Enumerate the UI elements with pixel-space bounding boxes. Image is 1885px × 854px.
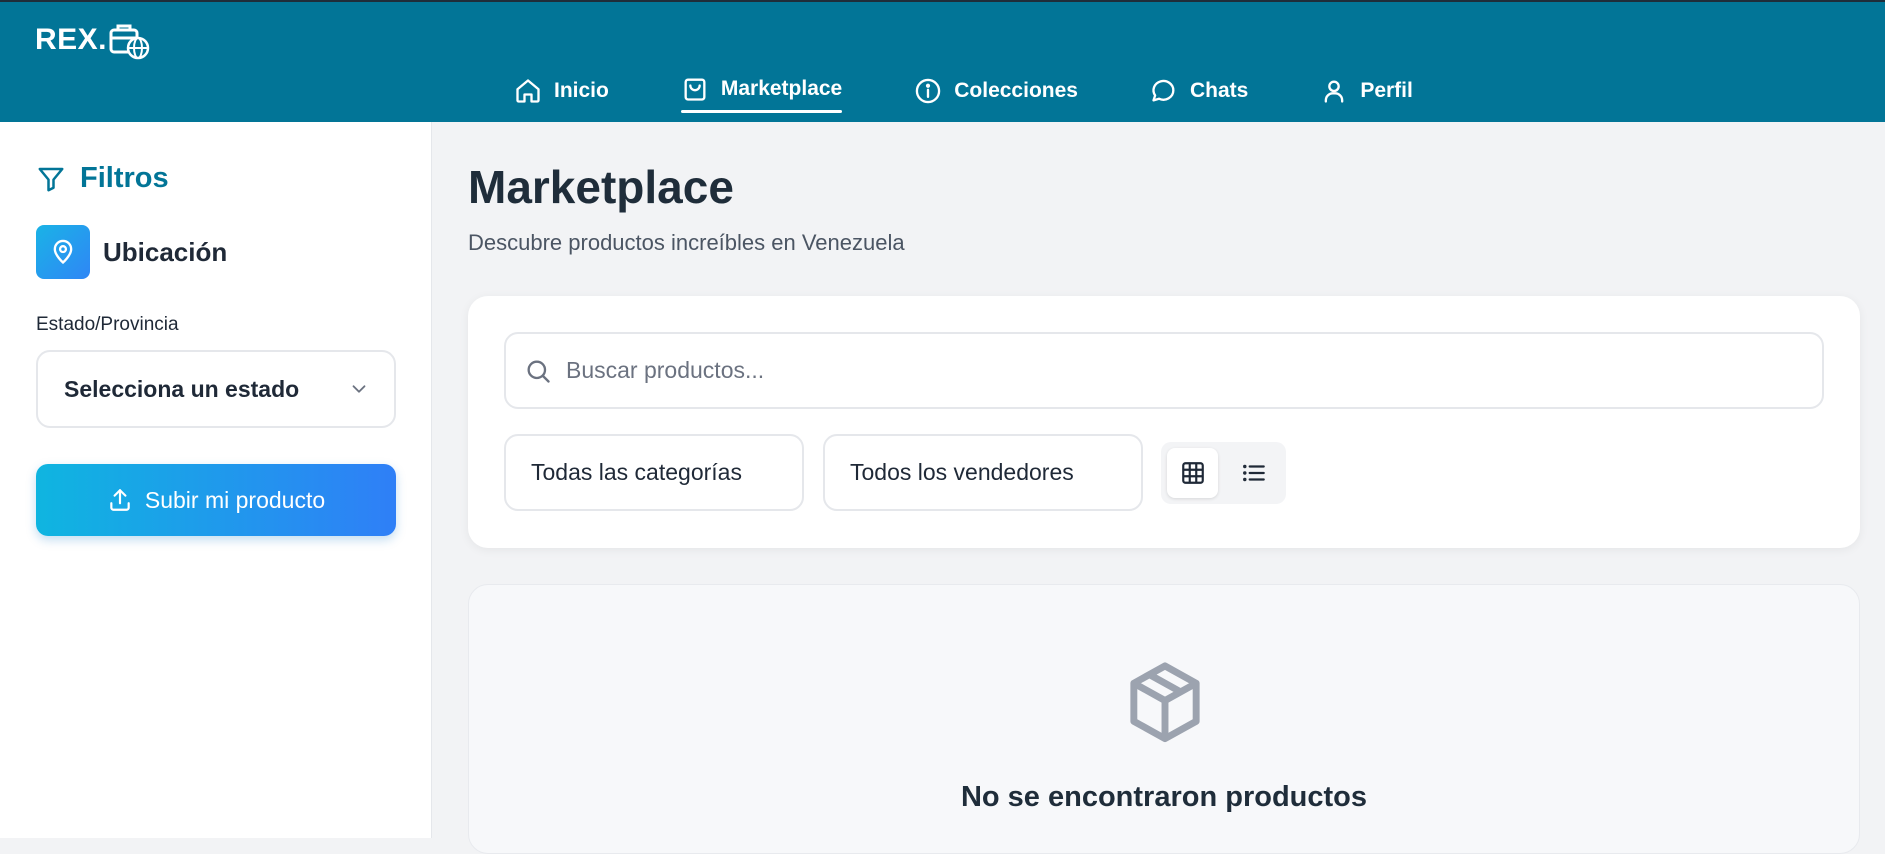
empty-state-message: No se encontraron productos — [960, 781, 1368, 813]
nav-marketplace[interactable]: Marketplace — [680, 70, 843, 113]
state-select[interactable]: Selecciona un estado — [36, 350, 396, 428]
location-badge — [36, 225, 90, 279]
page-subtitle: Descubre productos increíbles en Venezue… — [468, 230, 905, 255]
nav-perfil[interactable]: Perfil — [1320, 72, 1413, 110]
info-circle-icon — [916, 78, 941, 104]
location-section-header: Ubicación — [36, 225, 227, 279]
top-navbar: REX. Inicio Marketplace Colecciones Chat… — [0, 0, 1885, 122]
filter-icon — [38, 167, 64, 191]
state-field-label: Estado/Provincia — [36, 314, 179, 335]
search-icon — [527, 360, 550, 383]
upload-product-label: Subir mi producto — [144, 486, 326, 513]
nav-perfil-label: Perfil — [1360, 79, 1413, 102]
filters-title-text: Filtros — [80, 162, 169, 194]
empty-state-card: No se encontraron productos — [468, 584, 1860, 854]
grid-view-button[interactable] — [1167, 448, 1218, 498]
package-box-icon — [1130, 662, 1200, 743]
seller-select-value: Todos los vendedores — [850, 459, 1074, 485]
view-mode-toggle — [1161, 442, 1286, 504]
nav-colecciones-label: Colecciones — [954, 79, 1078, 102]
chevron-down-icon — [352, 385, 366, 393]
location-label: Ubicación — [103, 236, 228, 267]
shopping-bag-icon — [684, 78, 706, 101]
filters-sidebar: Filtros Ubicación Estado/Provincia Selec… — [0, 122, 432, 838]
list-icon — [1242, 464, 1265, 482]
nav-inicio-label: Inicio — [554, 79, 609, 102]
map-pin-icon — [53, 239, 73, 265]
main-nav: Inicio Marketplace Colecciones Chats Per… — [514, 72, 1413, 116]
user-icon — [1324, 80, 1344, 103]
upload-product-button[interactable]: Subir mi producto — [36, 464, 396, 536]
logo-text: REX. — [35, 23, 108, 56]
home-icon — [516, 79, 540, 103]
nav-colecciones[interactable]: Colecciones — [914, 72, 1078, 110]
page-title: Marketplace — [468, 161, 734, 213]
upload-icon — [110, 489, 130, 511]
app-logo[interactable]: REX. — [35, 18, 151, 62]
search-filter-card: Todas las categorías Todos los vendedore… — [468, 296, 1860, 548]
seller-select[interactable]: Todos los vendedores — [823, 434, 1143, 511]
search-box[interactable] — [504, 332, 1824, 409]
nav-chats-label: Chats — [1189, 79, 1249, 102]
category-select-value: Todas las categorías — [531, 459, 742, 485]
nav-chats[interactable]: Chats — [1150, 72, 1248, 110]
nav-inicio[interactable]: Inicio — [514, 72, 609, 110]
search-input[interactable] — [566, 357, 1822, 384]
state-select-value: Selecciona un estado — [64, 375, 300, 402]
grid-icon — [1181, 462, 1204, 484]
list-view-button[interactable] — [1228, 448, 1279, 498]
nav-marketplace-label: Marketplace — [720, 77, 843, 100]
filters-heading: Filtros — [36, 162, 169, 195]
briefcase-globe-icon — [109, 24, 150, 60]
category-select[interactable]: Todas las categorías — [504, 434, 804, 511]
chat-bubble-icon — [1152, 79, 1175, 102]
